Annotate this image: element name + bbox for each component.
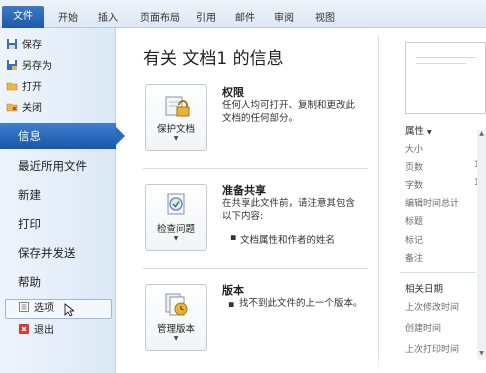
save-as-command[interactable]: 另存为	[6, 57, 52, 77]
exit-icon	[18, 323, 30, 335]
bottom-fade	[150, 352, 486, 373]
property-size: 大小	[405, 145, 424, 155]
close-doc-icon	[6, 101, 18, 113]
bullet-icon: ▪	[230, 232, 237, 243]
page-title: 有关 文档1 的信息	[143, 49, 284, 69]
tab-file[interactable]: 文件	[2, 6, 44, 28]
scroll-up-icon[interactable]: ▲	[477, 130, 486, 140]
property-pages: 页数	[405, 163, 424, 173]
save-as-icon	[6, 59, 18, 71]
manage-versions-label: 管理版本	[156, 324, 195, 335]
check-issues-button[interactable]: 检查问题 ▼	[145, 184, 207, 251]
chevron-down-icon: ▼	[173, 135, 179, 142]
vertical-scrollbar[interactable]: ▲ ▼	[477, 130, 486, 360]
column-divider	[378, 36, 379, 373]
page-new[interactable]: 新建	[0, 182, 116, 208]
date-created: 创建时间	[405, 324, 442, 334]
tab-references[interactable]: 引用	[196, 9, 216, 24]
exit-label: 退出	[34, 325, 54, 336]
versions-text: 找不到此文件的上一个版本。	[239, 298, 363, 309]
options-command[interactable]: 选项	[18, 299, 54, 319]
versions-heading: 版本	[222, 284, 244, 297]
tab-mailings[interactable]: 邮件	[235, 9, 255, 24]
property-title: 标题	[405, 217, 424, 227]
divider	[143, 268, 368, 269]
save-icon	[6, 38, 18, 50]
properties-dropdown[interactable]: 属性 ▼	[405, 123, 432, 137]
permissions-heading: 权限	[222, 86, 244, 99]
page-print[interactable]: 打印	[0, 211, 116, 237]
bullet-icon: ▪	[228, 299, 235, 310]
check-issues-label: 检查问题	[156, 224, 195, 235]
open-command[interactable]: 打开	[6, 78, 42, 98]
tab-review[interactable]: 审阅	[274, 9, 294, 24]
date-last-modified: 上次修改时间	[405, 303, 460, 313]
mouse-cursor-icon	[64, 303, 76, 320]
save-label: 保存	[22, 40, 42, 51]
prepare-sharing-bullet: 文档属性和作者的姓名	[240, 235, 336, 246]
divider	[143, 168, 368, 169]
chevron-down-icon: ▼	[173, 335, 179, 342]
chevron-down-icon: ▼	[427, 129, 432, 136]
inspect-document-icon	[167, 193, 185, 215]
save-command[interactable]: 保存	[6, 36, 42, 56]
exit-command[interactable]: 退出	[18, 321, 54, 341]
protect-document-button[interactable]: 保护文档 ▼	[145, 84, 207, 151]
related-dates-heading: 相关日期	[405, 284, 444, 295]
protect-document-label: 保护文档	[156, 124, 195, 135]
chevron-down-icon: ▼	[173, 235, 179, 242]
prepare-sharing-text: 在共享此文件前，请注意其包含以下内容:	[222, 198, 356, 222]
close-label: 关闭	[22, 103, 42, 114]
close-command[interactable]: 关闭	[6, 99, 42, 119]
options-icon	[18, 301, 30, 313]
open-folder-icon	[6, 80, 18, 92]
property-editing-time: 编辑时间总计	[405, 199, 460, 209]
open-label: 打开	[22, 82, 42, 93]
ribbon-tab-bar: 文件 开始 插入 页面布局 引用 邮件 审阅 视图	[0, 0, 486, 28]
property-tags: 标记	[405, 236, 424, 246]
tab-view[interactable]: 视图	[315, 9, 335, 24]
manage-versions-button[interactable]: 管理版本 ▼	[145, 284, 207, 351]
options-label: 选项	[34, 303, 54, 314]
property-words: 字数	[405, 181, 424, 191]
lock-icon	[165, 96, 190, 117]
tab-insert[interactable]: 插入	[98, 9, 118, 24]
tab-page-layout[interactable]: 页面布局	[140, 9, 180, 24]
page-help[interactable]: 帮助	[0, 269, 116, 295]
permissions-text: 任何人均可打开、复制和更改此文档的任何部分。	[222, 100, 356, 124]
tab-home[interactable]: 开始	[58, 9, 78, 24]
page-recent[interactable]: 最近所用文件	[0, 153, 116, 179]
page-save-send[interactable]: 保存并发送	[0, 240, 116, 266]
properties-heading: 属性	[405, 126, 425, 137]
prepare-sharing-heading: 准备共享	[222, 184, 266, 197]
property-comments: 备注	[405, 254, 424, 264]
save-as-label: 另存为	[22, 61, 52, 72]
page-info[interactable]: 信息	[0, 123, 125, 149]
versions-icon	[165, 293, 188, 316]
divider	[400, 272, 476, 273]
document-preview-thumbnail[interactable]	[405, 42, 486, 114]
